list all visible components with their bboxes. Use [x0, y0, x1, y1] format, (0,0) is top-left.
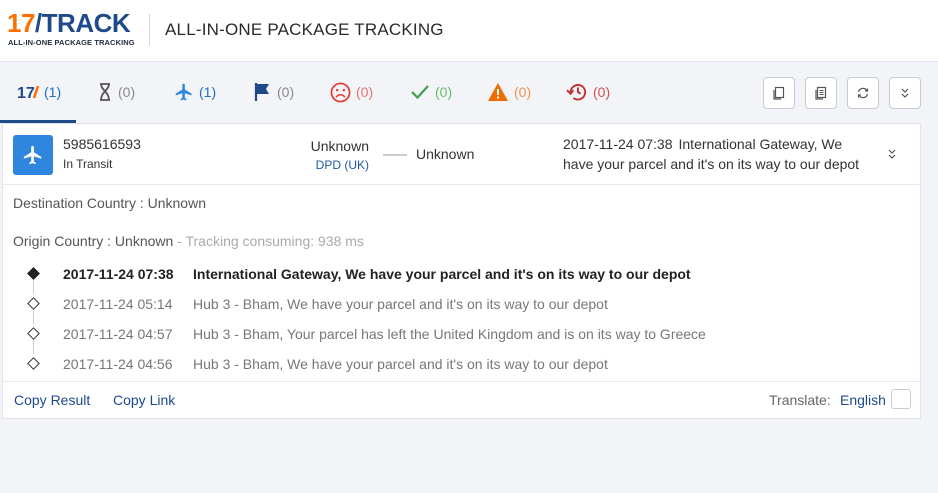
logo-text: TRACK	[41, 8, 131, 38]
airplane-icon	[23, 145, 42, 165]
header-divider	[149, 14, 150, 46]
tab-all[interactable]: 17 (1)	[17, 80, 61, 104]
collapse-icon[interactable]	[887, 148, 897, 160]
shipment-summary[interactable]: 5985616593 In Transit Unknown DPD (UK) U…	[3, 124, 920, 185]
sad-face-icon	[330, 82, 351, 102]
logo-number: 17	[7, 8, 35, 38]
tracking-number: 5985616593	[63, 136, 141, 152]
event-row: 2017-11-24 05:14 Hub 3 - Bham, We have y…	[3, 294, 920, 324]
translate-language-select[interactable]: English	[840, 392, 886, 408]
17track-logo-icon: 17	[17, 85, 39, 100]
event-row: 2017-11-24 04:56 Hub 3 - Bham, We have y…	[3, 354, 920, 384]
copy-all-icon	[815, 86, 827, 100]
refresh-icon	[857, 87, 869, 99]
tracking-status: In Transit	[63, 157, 113, 171]
event-desc: Hub 3 - Bham, We have your parcel and it…	[193, 356, 608, 372]
tab-count: (1)	[44, 84, 62, 100]
copy-button[interactable]	[763, 77, 795, 109]
status-tabs: 17 (1) (0) (1) (0) (0) (0) (0) (0)	[0, 62, 938, 123]
timeline-line	[33, 280, 34, 294]
timeline-dot	[27, 297, 40, 310]
carrier-link[interactable]: DPD (UK)	[269, 158, 369, 172]
origin-country-text: Origin Country : Unknown	[13, 233, 174, 249]
destination-country: Destination Country : Unknown	[13, 195, 206, 211]
collapse-all-icon	[901, 88, 909, 98]
tab-delivered[interactable]: (0)	[410, 80, 452, 104]
timeline-dot	[27, 357, 40, 370]
copy-all-button[interactable]	[805, 77, 837, 109]
copy-link-link[interactable]: Copy Link	[113, 392, 175, 408]
event-desc: Hub 3 - Bham, We have your parcel and it…	[193, 296, 608, 312]
destination-location: Unknown	[416, 146, 475, 162]
origin-country: Origin Country : Unknown - Tracking cons…	[13, 233, 364, 249]
event-desc: Hub 3 - Bham, Your parcel has left the U…	[193, 326, 706, 342]
event-time: 2017-11-24 04:56	[63, 356, 173, 372]
collapse-all-button[interactable]	[889, 77, 921, 109]
status-badge	[13, 135, 53, 175]
tab-count: (0)	[356, 84, 374, 100]
tab-count: (0)	[514, 84, 532, 100]
tab-count: (0)	[435, 84, 453, 100]
tab-expired[interactable]: (0)	[566, 80, 610, 104]
origin-location: Unknown	[310, 138, 369, 154]
tracking-result-card: 5985616593 In Transit Unknown DPD (UK) U…	[2, 123, 921, 419]
translate-checkbox[interactable]	[891, 389, 911, 409]
tab-count: (0)	[118, 84, 136, 100]
tracking-consuming: - Tracking consuming: 938 ms	[173, 233, 364, 249]
17track-logo[interactable]: 17/TRACK ALL-IN-ONE PACKAGE TRACKING	[7, 10, 137, 48]
tab-alert[interactable]: (0)	[487, 80, 531, 104]
card-footer: Copy Result Copy Link Translate: English	[3, 381, 920, 418]
tab-in-transit[interactable]: (1)	[174, 80, 216, 104]
timeline-line	[33, 310, 34, 324]
warning-icon	[488, 83, 508, 101]
event-time: 2017-11-24 04:57	[63, 326, 173, 342]
event-time: 2017-11-24 07:38	[63, 266, 174, 282]
timeline-line	[33, 340, 34, 354]
event-desc: International Gateway, We have your parc…	[193, 266, 691, 282]
tab-count: (0)	[593, 84, 611, 100]
flag-icon	[254, 83, 269, 101]
logo-tagline: ALL-IN-ONE PACKAGE TRACKING	[8, 38, 135, 47]
timeline-dot	[27, 327, 40, 340]
copy-result-link[interactable]: Copy Result	[14, 392, 90, 408]
event-row: 2017-11-24 07:38 International Gateway, …	[3, 264, 920, 294]
refresh-button[interactable]	[847, 77, 879, 109]
checkmark-icon	[411, 85, 429, 100]
hourglass-icon	[100, 83, 110, 101]
event-row: 2017-11-24 04:57 Hub 3 - Bham, Your parc…	[3, 324, 920, 354]
tab-count: (0)	[277, 84, 295, 100]
tab-undelivered[interactable]: (0)	[330, 80, 373, 104]
page-title: ALL-IN-ONE PACKAGE TRACKING	[165, 20, 444, 39]
route-arrow-icon	[383, 154, 407, 156]
translate-label: Translate:	[769, 392, 831, 408]
history-icon	[566, 84, 587, 101]
airplane-icon	[175, 83, 192, 101]
tab-pick-up[interactable]: (0)	[254, 80, 294, 104]
svg-text:17: 17	[17, 85, 35, 100]
tab-count: (1)	[199, 84, 217, 100]
copy-icon	[773, 86, 785, 100]
latest-event: 2017-11-24 07:38 International Gateway, W…	[563, 134, 873, 174]
tab-not-found[interactable]: (0)	[97, 80, 135, 104]
event-time: 2017-11-24 05:14	[63, 296, 173, 312]
latest-event-time: 2017-11-24 07:38	[563, 136, 673, 152]
top-header: 17/TRACK ALL-IN-ONE PACKAGE TRACKING ALL…	[0, 0, 938, 62]
timeline-dot	[27, 267, 40, 280]
